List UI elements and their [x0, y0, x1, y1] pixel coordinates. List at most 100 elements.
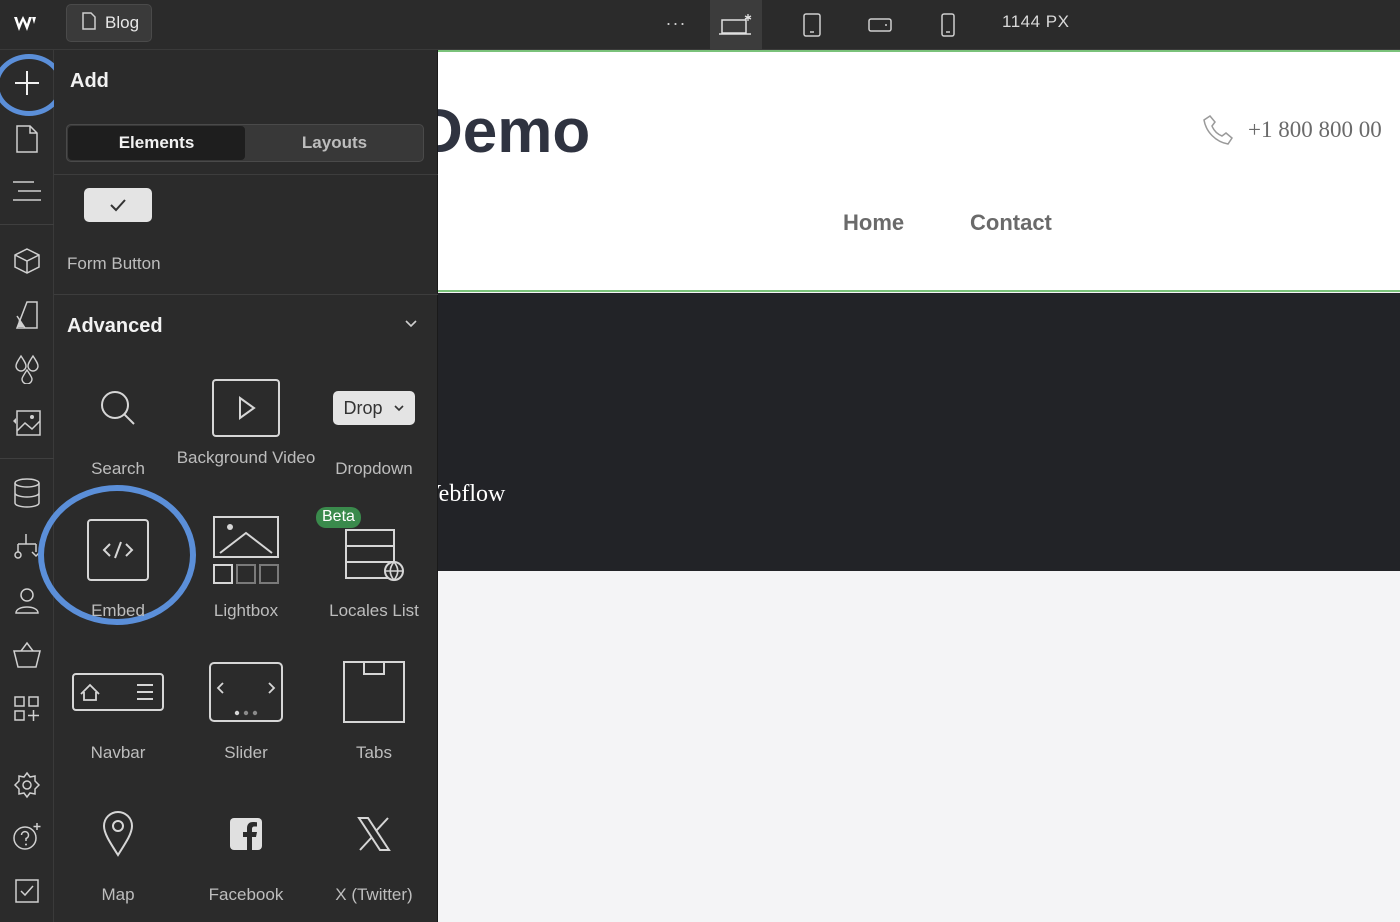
page-name: Blog: [105, 13, 140, 32]
variables-button[interactable]: [10, 352, 44, 386]
drops-icon: [15, 354, 39, 384]
element-label: Background Video: [176, 448, 316, 467]
help-sparkle-icon: [13, 823, 41, 850]
add-panel: Add Elements Layouts Form Button Advance…: [38, 50, 438, 922]
audit-button[interactable]: [10, 874, 44, 908]
apps-button[interactable]: [10, 692, 44, 726]
database-icon: [14, 478, 40, 508]
style-swatch-icon: [15, 301, 38, 329]
play-icon: [182, 368, 310, 448]
rail-divider: [0, 224, 54, 225]
element-locales-list[interactable]: Locales List: [310, 510, 438, 650]
section-title-advanced[interactable]: Advanced: [67, 315, 163, 338]
breakpoint-tablet-button[interactable]: [786, 0, 838, 50]
apps-grid-icon: [14, 696, 39, 721]
page-selector-button[interactable]: Blog: [66, 4, 153, 42]
element-slider[interactable]: Slider: [182, 652, 310, 792]
pages-button[interactable]: [10, 122, 44, 156]
panel-divider: [54, 294, 438, 295]
components-button[interactable]: [10, 244, 44, 278]
code-icon: [54, 510, 182, 590]
x-twitter-icon: [310, 794, 438, 874]
element-label: Tabs: [356, 743, 392, 762]
element-lightbox[interactable]: Lightbox: [182, 510, 310, 650]
navigator-button[interactable]: [10, 174, 44, 208]
element-embed[interactable]: Embed: [38, 485, 196, 650]
element-label: Search: [91, 459, 145, 478]
left-toolbar: [0, 50, 64, 922]
user-icon: [15, 588, 39, 614]
panel-divider: [54, 174, 438, 175]
dropdown-chip-text: Drop: [343, 397, 383, 418]
add-panel-button[interactable]: [10, 66, 44, 100]
image-icon: [13, 410, 41, 436]
gear-icon: [13, 771, 41, 799]
chevron-down-icon: [393, 405, 404, 412]
ecommerce-button[interactable]: [10, 638, 44, 672]
element-label: X (Twitter): [335, 885, 413, 904]
help-button[interactable]: [10, 820, 44, 854]
style-selectors-button[interactable]: [10, 298, 44, 332]
basket-icon: [13, 641, 41, 668]
navbar-icon: [54, 652, 182, 732]
settings-button[interactable]: [10, 768, 44, 802]
breakpoint-desktop-button[interactable]: [710, 0, 762, 50]
element-x-twitter[interactable]: X (Twitter): [310, 794, 438, 922]
more-options-button[interactable]: ···: [660, 8, 692, 38]
image-icon: [182, 510, 310, 590]
webflow-logo-icon[interactable]: [10, 10, 44, 38]
element-label: Dropdown: [335, 459, 413, 478]
page-icon: [81, 11, 97, 35]
dropdown-icon: Drop: [310, 368, 438, 448]
navigator-icon: [13, 181, 41, 201]
site-header[interactable]: Demo +1 800 800 00 Home Contact: [438, 50, 1400, 292]
element-tabs[interactable]: Tabs: [310, 652, 438, 792]
phone-number: +1 800 800 00: [1248, 117, 1382, 142]
mobile-landscape-icon: [868, 18, 892, 32]
chevron-down-icon[interactable]: [404, 318, 418, 328]
element-label: Navbar: [90, 743, 146, 762]
element-background-video[interactable]: Background Video: [177, 368, 315, 508]
element-label: Lightbox: [213, 601, 279, 620]
form-button-element[interactable]: [84, 188, 152, 222]
design-canvas[interactable]: Demo +1 800 800 00 Home Contact Vebflow: [438, 50, 1400, 922]
top-bar: Blog ··· 1144 PX: [0, 0, 1400, 50]
element-label: Slider: [224, 743, 268, 762]
element-label: Embed: [91, 601, 145, 620]
tablet-icon: [803, 13, 821, 37]
hero-section[interactable]: Vebflow: [438, 293, 1400, 571]
element-map[interactable]: Map: [54, 794, 182, 922]
tabs-icon: [310, 652, 438, 732]
assets-button[interactable]: [10, 406, 44, 440]
nav-link-contact[interactable]: Contact: [970, 210, 1052, 236]
tab-layouts[interactable]: Layouts: [246, 125, 423, 161]
desktop-star-icon: [719, 14, 752, 35]
breakpoint-mobile-portrait-button[interactable]: [922, 0, 974, 50]
element-dropdown[interactable]: Drop Dropdown: [310, 368, 438, 508]
mobile-portrait-icon: [941, 13, 955, 37]
users-button[interactable]: [10, 584, 44, 618]
slider-icon: [182, 652, 310, 732]
panel-title: Add: [70, 70, 109, 92]
element-facebook[interactable]: Facebook: [182, 794, 310, 922]
cms-button[interactable]: [10, 476, 44, 510]
checkbox-icon: [15, 879, 39, 903]
checkmark-icon: [110, 199, 126, 212]
rail-divider: [0, 458, 54, 459]
element-navbar[interactable]: Navbar: [54, 652, 182, 792]
tab-elements[interactable]: Elements: [68, 126, 245, 160]
map-pin-icon: [54, 794, 182, 874]
nav-link-home[interactable]: Home: [843, 210, 904, 236]
site-brand[interactable]: Demo: [438, 96, 590, 167]
hero-text[interactable]: Vebflow: [438, 481, 505, 508]
canvas-width-readout: 1144 PX: [1002, 12, 1070, 31]
element-label: Locales List: [329, 601, 419, 620]
plus-icon: [15, 71, 39, 95]
panel-tab-switcher: Elements Layouts: [66, 124, 424, 162]
form-button-label: Form Button: [67, 254, 161, 273]
cube-icon: [14, 248, 40, 274]
breakpoint-mobile-landscape-button[interactable]: [854, 0, 906, 50]
facebook-icon: [182, 794, 310, 874]
phone-contact[interactable]: +1 800 800 00: [1202, 114, 1382, 146]
element-label: Map: [101, 885, 135, 904]
